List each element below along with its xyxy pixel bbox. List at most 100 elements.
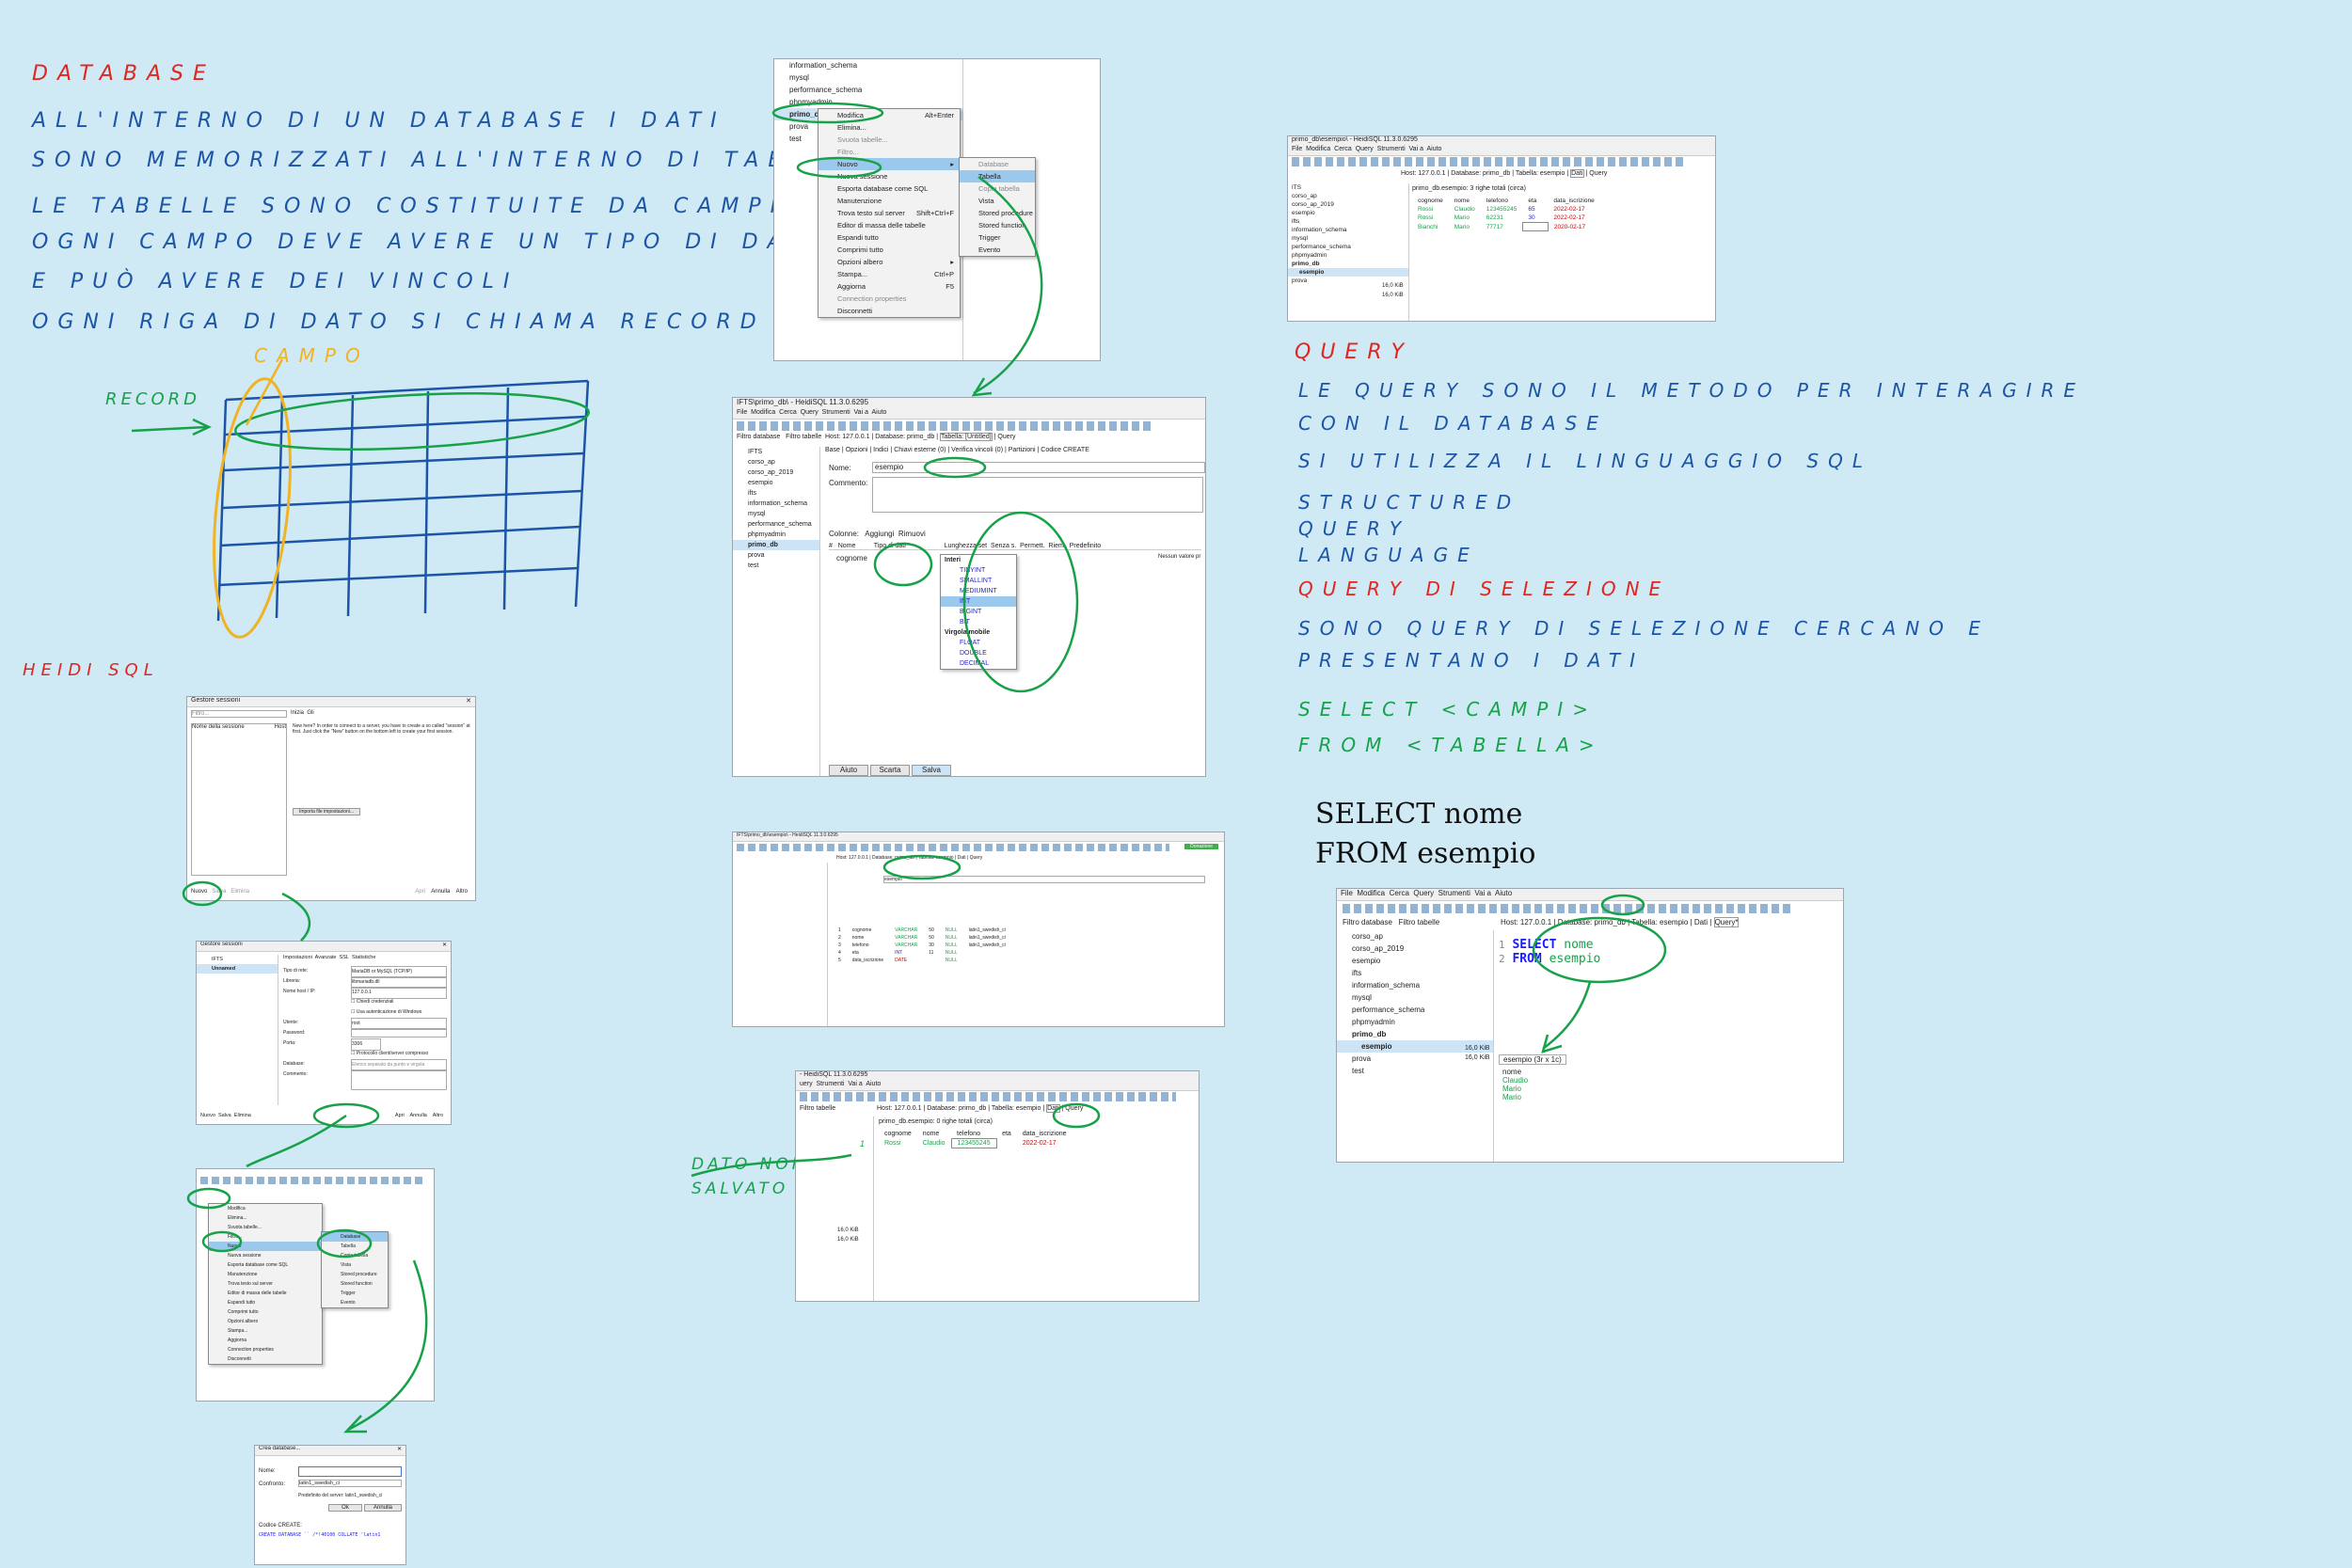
donate-button[interactable]: Donazione [1184,844,1218,849]
submenu-item[interactable]: Stored procedure [960,207,1035,219]
tree-item[interactable]: ifts [733,488,819,499]
menu-modifica[interactable]: Modifica [751,409,775,416]
submenu-item[interactable]: Trigger [322,1289,388,1298]
tab-table[interactable]: Tabella: esempio [918,855,954,861]
submenu-item[interactable]: Vista [322,1260,388,1270]
result-cell[interactable]: Mario [1502,1085,1528,1093]
open-button[interactable]: Apri [395,1113,405,1118]
tree-item[interactable]: IFTS [197,955,278,964]
tree-item[interactable]: ITS [1288,183,1408,192]
cell[interactable]: 2020-02-17 [1548,223,1599,231]
table-row[interactable]: Rossi Mario 62231 30 2022-02-17 [1412,214,1600,223]
tab-database[interactable]: Database: primo_db [875,434,934,440]
tab-inizia[interactable]: Inizia [291,710,304,716]
cell[interactable]: 30 [1522,214,1548,223]
name-input[interactable] [298,1466,402,1477]
submenu-item[interactable]: Copia tabella [960,182,1035,195]
table-row-unsaved[interactable]: Rossi Claudio 123455245 2022-02-17 [879,1138,1073,1148]
tree-item[interactable]: phpmyadmin [1288,251,1408,260]
menu-item[interactable]: Nuova sessione [818,170,960,182]
new-button[interactable]: Nuovo [200,1113,215,1118]
menu-item[interactable]: Svuota tabelle... [209,1223,322,1232]
save-button[interactable]: Salva [212,889,226,895]
col-header[interactable]: nome [917,1130,951,1139]
table-row[interactable]: 1 cognome VARCHAR 50 NULL latin1_swedish_ci [833,927,1011,934]
menu-item[interactable]: Editor di massa delle tabelle [818,219,960,231]
filter-table-input[interactable]: Filtro tabelle [786,434,821,440]
cell[interactable]: Rossi [879,1139,917,1148]
submenu-item[interactable]: Vista [960,195,1035,207]
menu-item[interactable]: Editor di massa delle tabelle [209,1289,322,1298]
subtab-vincoli[interactable]: Verifica vincoli (0) [951,447,1003,453]
menu-item[interactable]: Modifica Alt+Enter [818,109,960,121]
tree-item[interactable]: mysql [733,509,819,519]
menu-item[interactable]: Elimina... [209,1213,322,1223]
field-value[interactable]: 127.0.0.1 [351,987,447,999]
menu-item[interactable]: Aggiorna F5 [818,280,960,293]
subtab-partizioni[interactable]: Partizioni [1009,447,1036,453]
tab-host[interactable]: Host: 127.0.0.1 [1501,918,1551,927]
result-cell[interactable]: Mario [1502,1093,1528,1101]
tree-item[interactable]: ifts [1337,967,1493,979]
menu-item[interactable]: Connection properties [209,1345,322,1354]
col-header[interactable]: telefono [951,1130,996,1139]
menu-item[interactable]: Nuova sessione [209,1251,322,1260]
tree-item[interactable]: prova [733,550,819,561]
menu-item[interactable]: Svuota tabelle... [818,134,960,146]
tree-item[interactable]: information_schema [774,59,962,71]
menu-aiuto[interactable]: Aiuto [866,1081,881,1087]
comment-input[interactable] [872,477,1203,513]
menu-modifica[interactable]: Modifica [1357,889,1385,897]
tab-database[interactable]: Database: primo_db [1451,170,1510,177]
filter-table-input[interactable]: Filtro tabelle [1399,918,1440,927]
table-row[interactable]: 3 telefono VARCHAR 30 NULL latin1_swedish_ci [833,942,1011,949]
type-option[interactable]: MEDIUMINT [941,586,1016,596]
col-header[interactable]: data_iscrizione [1017,1130,1073,1139]
tab-table[interactable]: Tabella: esempio [992,1105,1041,1112]
tree-item[interactable]: esempio [733,478,819,488]
collation-select[interactable]: latin1_swedish_ci [298,1480,402,1487]
cell[interactable]: 123455245 [950,1138,997,1148]
tree-item[interactable]: mysql [1288,234,1408,243]
delete-button[interactable]: Elimina [234,1113,251,1118]
tab-advanced[interactable]: Avanzate [315,955,337,960]
tab-table[interactable]: Tabella: [Untitled] [939,433,993,441]
tab-data[interactable]: Dati [958,855,966,861]
menu-aiuto[interactable]: Aiuto [1426,146,1441,152]
result-tab[interactable]: esempio (3r x 1c) [1499,1054,1566,1065]
close-icon[interactable]: ✕ [397,1446,405,1452]
tree-item[interactable]: corso_ap [1337,930,1493,942]
tree-item[interactable]: primo_db [1288,260,1408,268]
menu-item[interactable]: Espandi tutto [818,231,960,244]
tab-query[interactable]: Query* [1713,917,1740,927]
menu-vai-a[interactable]: Vai a [1474,889,1491,897]
col-header[interactable]: eta [996,1130,1017,1139]
discard-button[interactable]: Scarta [870,765,910,776]
query-editor[interactable]: 1 SELECT nome 2 FROM esempio [1499,938,1839,1000]
submenu-item-database[interactable]: Database [322,1232,388,1242]
menu-item-nuovo[interactable]: Nuovo ▸ [818,158,960,170]
result-col-header[interactable]: nome [1502,1068,1528,1076]
menu-query[interactable]: Query [801,409,818,416]
toolbar[interactable] [800,1092,1176,1101]
menu-query[interactable]: Query [1356,146,1374,152]
tab-host[interactable]: Host: 127.0.0.1 [877,1105,921,1112]
menu-cerca[interactable]: Cerca [1334,146,1352,152]
type-option[interactable]: BIT [941,617,1016,627]
tree-item[interactable]: test [733,561,819,571]
cell[interactable]: 62231 [1481,214,1523,223]
menu-aiuto[interactable]: Aiuto [1495,889,1512,897]
cell[interactable]: Mario [1449,214,1481,223]
cancel-button[interactable]: Annulla [431,889,450,895]
submenu-item[interactable]: Evento [322,1298,388,1307]
menu-item[interactable]: Disconnetti [209,1354,322,1364]
tree-item[interactable]: corso_ap_2019 [733,467,819,478]
menu-modifica[interactable]: Modifica [1306,146,1330,152]
filter-db-input[interactable]: Filtro database [1343,918,1392,927]
tab-data[interactable]: Dati [1694,918,1708,927]
type-option[interactable]: TINYINT [941,565,1016,576]
menu-query[interactable]: uery [800,1081,813,1087]
tab-settings[interactable]: Impostazioni [283,955,312,960]
save-button[interactable]: Salva [218,1113,231,1118]
name-input[interactable]: esempio [872,462,1205,473]
